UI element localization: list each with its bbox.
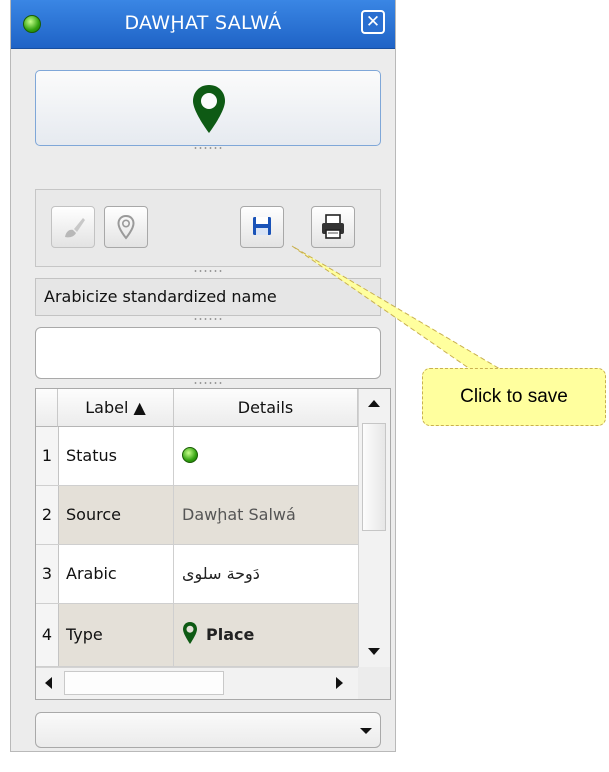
save-tooltip: Click to save [422,368,606,426]
